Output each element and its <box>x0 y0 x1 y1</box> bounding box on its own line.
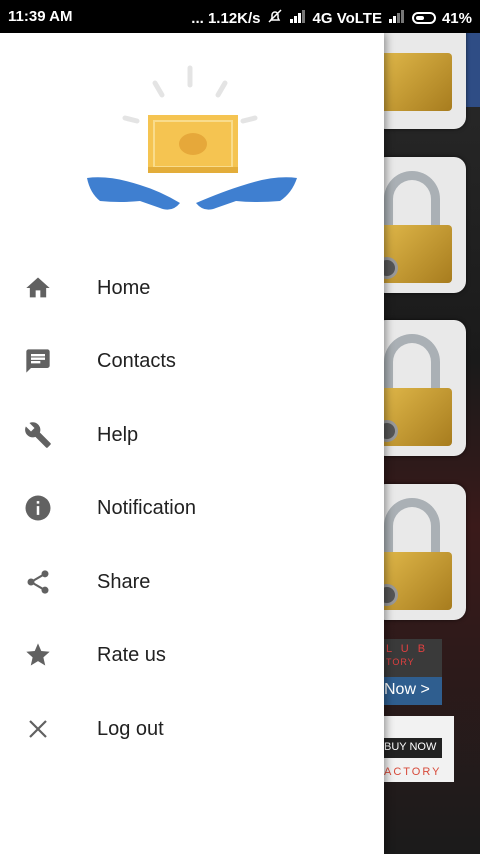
star-icon <box>22 639 54 671</box>
lock-card[interactable] <box>384 320 466 456</box>
menu-item-rate-us[interactable]: Rate us <box>0 620 384 690</box>
share-icon <box>22 566 54 598</box>
menu-item-contacts[interactable]: Contacts <box>0 326 384 396</box>
lock-card[interactable] <box>384 33 466 129</box>
network-type: 4G VoLTE <box>312 9 382 27</box>
signal-icon <box>289 9 307 27</box>
app-logo <box>87 65 297 210</box>
lock-card[interactable] <box>384 157 466 293</box>
mute-icon <box>267 8 283 28</box>
ad-text: L U B <box>386 643 429 655</box>
menu-item-notification[interactable]: Notification <box>0 473 384 543</box>
chat-icon <box>22 345 54 377</box>
menu-label: Notification <box>97 496 196 519</box>
status-bar: 11:39 AM ... 1.12K/s 4G VoLTE 41% <box>0 0 480 33</box>
background-app: L U B TORY Now > BUY NOW ACTORY <box>384 33 480 854</box>
lock-card[interactable] <box>384 484 466 620</box>
ad-text: TORY <box>386 657 415 667</box>
wrench-icon <box>22 419 54 451</box>
ad-buy-button[interactable]: BUY NOW <box>384 738 442 758</box>
menu-label: Rate us <box>97 643 166 666</box>
menu-item-log-out[interactable]: Log out <box>0 694 384 764</box>
menu-item-home[interactable]: Home <box>0 253 384 323</box>
info-icon <box>22 492 54 524</box>
ad-text: ACTORY <box>384 766 442 778</box>
status-right: ... 1.12K/s 4G VoLTE 41% <box>191 8 472 28</box>
close-icon <box>22 713 54 745</box>
signal-icon-2 <box>388 9 406 27</box>
menu-label: Help <box>97 423 139 446</box>
navigation-drawer: Home Contacts Help Notification Share Ra… <box>0 33 384 854</box>
menu-label: Contacts <box>97 349 176 372</box>
battery-percent: 41% <box>441 9 472 27</box>
ad-banner[interactable]: BUY NOW ACTORY <box>384 716 454 782</box>
ad-banner[interactable]: L U B TORY Now > <box>384 639 442 705</box>
menu-item-help[interactable]: Help <box>0 400 384 470</box>
ad-cta-button[interactable]: Now > <box>384 677 442 705</box>
menu-item-share[interactable]: Share <box>0 547 384 617</box>
network-speed: ... 1.12K/s <box>191 9 261 27</box>
menu-label: Share <box>97 570 151 593</box>
menu-label: Log out <box>97 717 164 740</box>
status-time: 11:39 AM <box>8 8 73 25</box>
menu-label: Home <box>97 276 151 299</box>
battery-icon <box>411 12 436 24</box>
home-icon <box>22 272 54 304</box>
